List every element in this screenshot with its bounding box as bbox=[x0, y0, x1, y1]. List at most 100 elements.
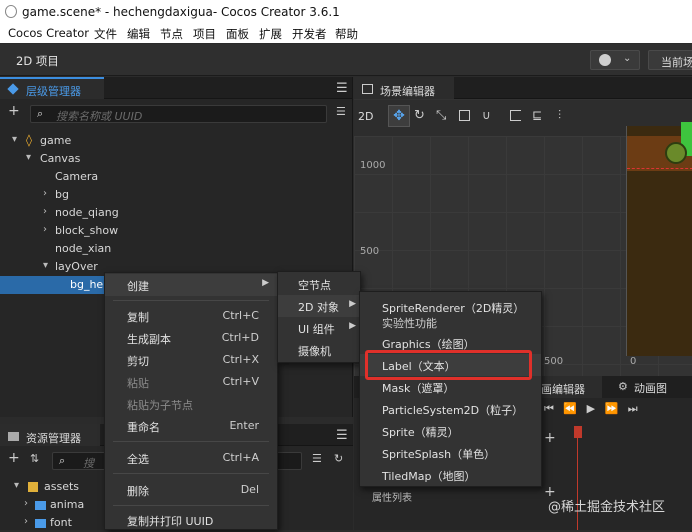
scene-select[interactable]: 当前场 bbox=[648, 50, 692, 70]
pivot-icon[interactable]: ⊑ bbox=[532, 108, 542, 122]
submenu-item-sprite-splash[interactable]: SpriteSplash（单色） bbox=[360, 442, 541, 464]
tree-row-game[interactable]: ▾ ◊ game bbox=[0, 132, 353, 150]
last-frame-icon[interactable]: ⏭ bbox=[628, 402, 638, 415]
tree-row-node-xian[interactable]: node_xian bbox=[0, 240, 353, 258]
play-icon[interactable]: ▶ bbox=[587, 402, 595, 415]
submenu-item-tiled-map[interactable]: TiledMap（地图） bbox=[360, 464, 541, 486]
bottom-ruler-label: 0 bbox=[630, 356, 637, 367]
menu-item-node[interactable]: 节点 bbox=[160, 26, 183, 42]
menu-item-developer[interactable]: 开发者 bbox=[292, 26, 327, 42]
tree-label: game bbox=[40, 134, 72, 147]
preview-platform-button[interactable]: ⌄ bbox=[590, 50, 640, 70]
submenu-item-ui-component[interactable]: UI 组件 ▶ bbox=[278, 317, 360, 339]
search-icon: ⌕ bbox=[59, 454, 66, 467]
menu-item-label: TiledMap（地图） bbox=[382, 470, 476, 483]
menu-shortcut: Ctrl+V bbox=[222, 375, 259, 388]
menu-item-select-all[interactable]: 全选 Ctrl+A bbox=[105, 447, 277, 469]
menu-item-label: 重命名 bbox=[127, 421, 160, 434]
create-submenu: 空节点 2D 对象 ▶ UI 组件 ▶ 摄像机 bbox=[277, 271, 361, 363]
expand-arrow-icon[interactable]: ▾ bbox=[14, 480, 19, 491]
menu-item-edit[interactable]: 编辑 bbox=[127, 26, 150, 42]
tree-row-node-qiang[interactable]: › node_qiang bbox=[0, 204, 353, 222]
menu-item-rename[interactable]: 重命名 Enter bbox=[105, 415, 277, 437]
properties-label: 属性列表 bbox=[372, 493, 412, 504]
tab-assets[interactable]: 资源管理器 bbox=[0, 424, 100, 446]
move-tool-icon[interactable]: ✥ bbox=[388, 105, 410, 127]
asset-label: assets bbox=[44, 480, 80, 493]
menu-shortcut: Del bbox=[240, 483, 259, 496]
submenu-item-empty-node[interactable]: 空节点 bbox=[278, 273, 360, 295]
menu-item-paste-as-child[interactable]: 粘贴为子节点 bbox=[105, 393, 277, 415]
hamburger-menu-icon[interactable]: ☰ bbox=[336, 81, 348, 96]
expand-arrow-icon[interactable]: ▾ bbox=[12, 134, 17, 145]
rotate-tool-icon[interactable]: ↻ bbox=[414, 108, 425, 123]
submenu-item-sprite[interactable]: Sprite（精灵） bbox=[360, 420, 541, 442]
prev-frame-icon[interactable]: ⏪ bbox=[563, 402, 577, 415]
menu-item-label: Mask（遮罩） bbox=[382, 382, 455, 395]
menu-item-cut[interactable]: 剪切 Ctrl+X bbox=[105, 349, 277, 371]
submenu-item-camera[interactable]: 摄像机 bbox=[278, 339, 360, 361]
menu-item-label: 摄像机 bbox=[298, 345, 331, 358]
align-icon[interactable]: ⫶ bbox=[558, 108, 561, 123]
add-asset-icon[interactable]: + bbox=[8, 450, 20, 466]
scale-tool-icon[interactable]: ⤡ bbox=[436, 108, 446, 123]
next-frame-icon[interactable]: ⏩ bbox=[605, 402, 619, 415]
menu-item-copy-print-uuid[interactable]: 复制并打印 UUID bbox=[105, 509, 277, 531]
context-menu: 创建 ▶ 复制 Ctrl+C 生成副本 Ctrl+D 剪切 Ctrl+X 粘贴 … bbox=[104, 272, 278, 530]
hierarchy-search-input[interactable]: ⌕ 搜索名称或 UUID bbox=[30, 105, 327, 123]
menu-item-extension[interactable]: 扩展 bbox=[259, 26, 282, 42]
tree-label: layOver bbox=[55, 260, 98, 273]
expand-arrow-icon[interactable]: ▾ bbox=[26, 152, 31, 163]
assets-search-placeholder: 搜 bbox=[83, 457, 94, 470]
menu-item-label: ParticleSystem2D（粒子） bbox=[382, 404, 524, 417]
expand-arrow-icon[interactable]: › bbox=[24, 498, 28, 509]
animation-graph-tab[interactable]: 动画图 bbox=[634, 380, 667, 396]
expand-arrow-icon[interactable]: › bbox=[43, 188, 47, 199]
tab-scene-editor[interactable]: 场景编辑器 bbox=[354, 77, 454, 99]
expand-arrow-icon[interactable]: › bbox=[24, 516, 28, 527]
hamburger-menu-icon[interactable]: ☰ bbox=[336, 428, 348, 443]
submenu-item-particle-system[interactable]: ParticleSystem2D（粒子） bbox=[360, 398, 541, 420]
tree-row-bg-hei[interactable]: bg_hei bbox=[0, 276, 110, 294]
menu-item-copy[interactable]: 复制 Ctrl+C bbox=[105, 305, 277, 327]
sort-icon[interactable]: ⇅ bbox=[30, 452, 39, 465]
snap-icon[interactable] bbox=[510, 110, 521, 121]
submenu-item-sprite-renderer[interactable]: SpriteRenderer（2D精灵） 实验性功能 bbox=[360, 296, 541, 332]
menu-item-help[interactable]: 帮助 bbox=[335, 26, 358, 42]
menu-item-label: 复制 bbox=[127, 311, 149, 324]
ruler-label: 1000 bbox=[360, 160, 386, 171]
chevron-down-icon: ⌄ bbox=[623, 53, 632, 64]
first-frame-icon[interactable]: ⏮ bbox=[544, 402, 554, 415]
tree-row-canvas[interactable]: ▾ Canvas bbox=[0, 150, 353, 168]
add-node-icon[interactable]: + bbox=[8, 103, 20, 119]
tree-row-camera[interactable]: Camera bbox=[0, 168, 353, 186]
hierarchy-header: 层级管理器 ☰ bbox=[0, 77, 352, 99]
menu-item-duplicate[interactable]: 生成副本 Ctrl+D bbox=[105, 327, 277, 349]
menu-item-panel[interactable]: 面板 bbox=[226, 26, 249, 42]
transform-tool-icon[interactable]: ∪ bbox=[482, 108, 491, 122]
mode-2d-button[interactable]: 2D bbox=[358, 110, 373, 123]
menu-item-file[interactable]: 文件 bbox=[94, 26, 117, 42]
expand-arrow-icon[interactable]: ▾ bbox=[43, 260, 48, 271]
collapse-icon[interactable]: ☰ bbox=[312, 452, 322, 465]
window-title: game.scene* - hechengdaxigua- Cocos Crea… bbox=[22, 5, 340, 19]
list-view-icon[interactable]: ☰ bbox=[336, 105, 346, 118]
menu-item-delete[interactable]: 删除 Del bbox=[105, 479, 277, 501]
game-preview-area bbox=[626, 122, 692, 356]
tree-row-bg[interactable]: › bg bbox=[0, 186, 353, 204]
red-dashed-line bbox=[627, 168, 692, 169]
menu-item-cocos[interactable]: Cocos Creator bbox=[8, 26, 89, 40]
tree-row-block-show[interactable]: › block_show bbox=[0, 222, 353, 240]
add-track-icon[interactable]: + bbox=[544, 430, 556, 446]
menu-item-paste[interactable]: 粘贴 Ctrl+V bbox=[105, 371, 277, 393]
menu-item-create[interactable]: 创建 ▶ bbox=[105, 274, 277, 296]
animation-graph-icon: ⚙ bbox=[618, 380, 628, 393]
expand-arrow-icon[interactable]: › bbox=[43, 224, 47, 235]
rect-tool-icon[interactable] bbox=[459, 110, 470, 121]
menu-item-project[interactable]: 项目 bbox=[193, 26, 216, 42]
tab-hierarchy[interactable]: 层级管理器 bbox=[0, 77, 104, 99]
expand-arrow-icon[interactable]: › bbox=[43, 206, 47, 217]
submenu-item-2d-object[interactable]: 2D 对象 ▶ bbox=[278, 295, 360, 317]
timeline-cursor[interactable] bbox=[577, 438, 578, 530]
refresh-icon[interactable]: ↻ bbox=[334, 452, 343, 465]
